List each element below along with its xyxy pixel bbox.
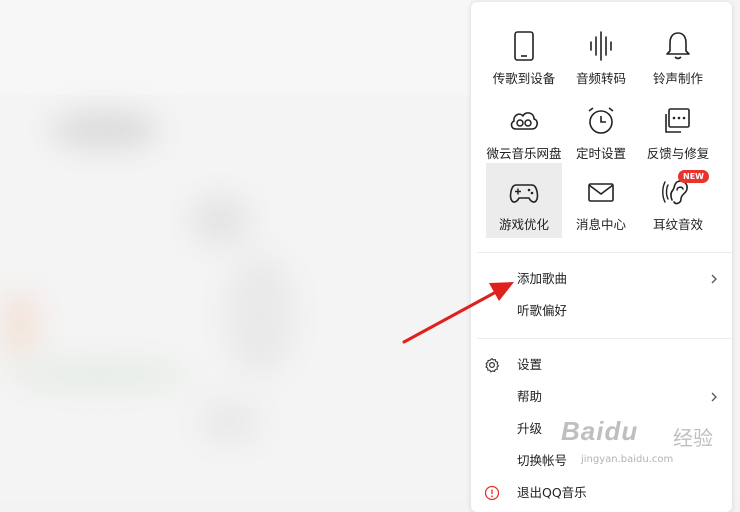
watermark-url: jingyan.baidu.com	[581, 454, 674, 465]
watermark-brand: Baidu	[561, 416, 639, 446]
watermark-sub: 经验	[673, 426, 713, 450]
baidu-watermark: Baidu 经验 jingyan.baidu.com	[555, 408, 735, 478]
